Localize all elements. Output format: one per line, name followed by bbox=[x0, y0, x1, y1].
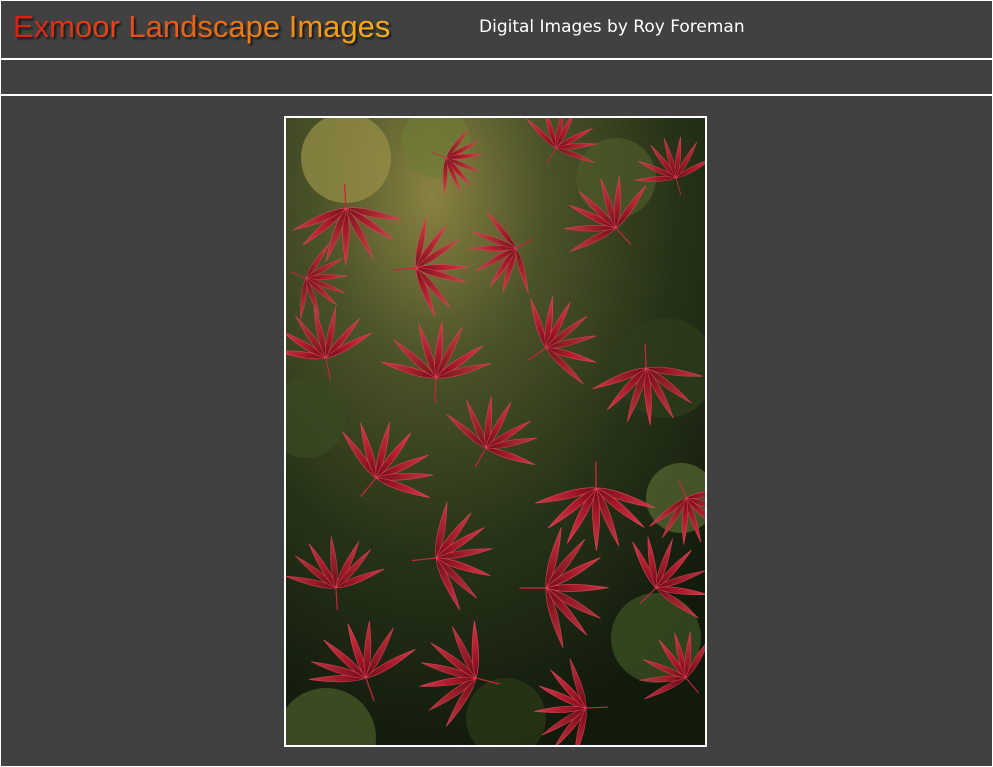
site-tagline: Digital Images by Roy Foreman bbox=[479, 17, 745, 37]
leaf-stem bbox=[644, 343, 647, 369]
nav-bar bbox=[1, 60, 992, 96]
site-logo[interactable]: Exmoor Landscape Images bbox=[13, 7, 390, 47]
maple-leaves-photo bbox=[286, 118, 705, 745]
photo-frame bbox=[284, 116, 707, 747]
site-header: Exmoor Landscape Images Digital Images b… bbox=[1, 1, 992, 60]
page: Exmoor Landscape Images Digital Images b… bbox=[1, 1, 992, 766]
